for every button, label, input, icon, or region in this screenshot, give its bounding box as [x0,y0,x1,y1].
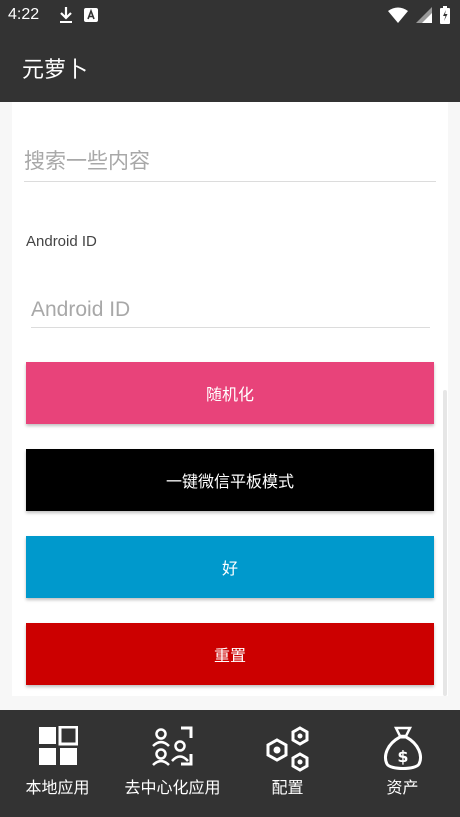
nav-item-assets[interactable]: $ 资产 [345,710,460,817]
search-input[interactable] [24,140,436,182]
status-time: 4:22 [8,6,40,23]
reset-button[interactable]: 重置 [26,623,434,685]
nav-label-assets: 资产 [386,778,419,797]
status-bar: 4:22 [0,0,460,32]
battery-icon [440,6,450,24]
svg-text:$: $ [397,747,408,766]
wifi-icon [388,7,408,23]
signal-icon [416,7,432,23]
android-id-field[interactable] [31,292,430,328]
randomize-button[interactable]: 随机化 [26,362,434,424]
download-icon [60,7,72,23]
nav-item-decentralized-apps[interactable]: 去中心化应用 [115,710,230,817]
grid-icon [38,726,78,765]
app-bar: 元萝卜 [0,32,460,102]
nav-item-config[interactable]: 配置 [230,710,345,817]
nav-label-decentralized-apps: 去中心化应用 [124,778,221,797]
ok-button[interactable]: 好 [26,536,434,598]
nav-item-local-apps[interactable]: 本地应用 [0,710,115,817]
people-icon [151,726,192,766]
android-id-label: Android ID [26,233,97,250]
money-bag-icon: $ [383,726,422,770]
nav-label-config: 配置 [271,778,304,797]
wechat-pad-mode-button[interactable]: 一键微信平板模式 [26,449,434,511]
hexagons-icon [266,726,308,772]
app-notification-icon [84,8,98,22]
scrollbar[interactable] [443,390,447,696]
app-title: 元萝卜 [22,58,89,83]
bottom-nav: 本地应用 去中心化应用 配置 $ 资产 [0,710,460,817]
nav-label-local-apps: 本地应用 [25,778,90,797]
